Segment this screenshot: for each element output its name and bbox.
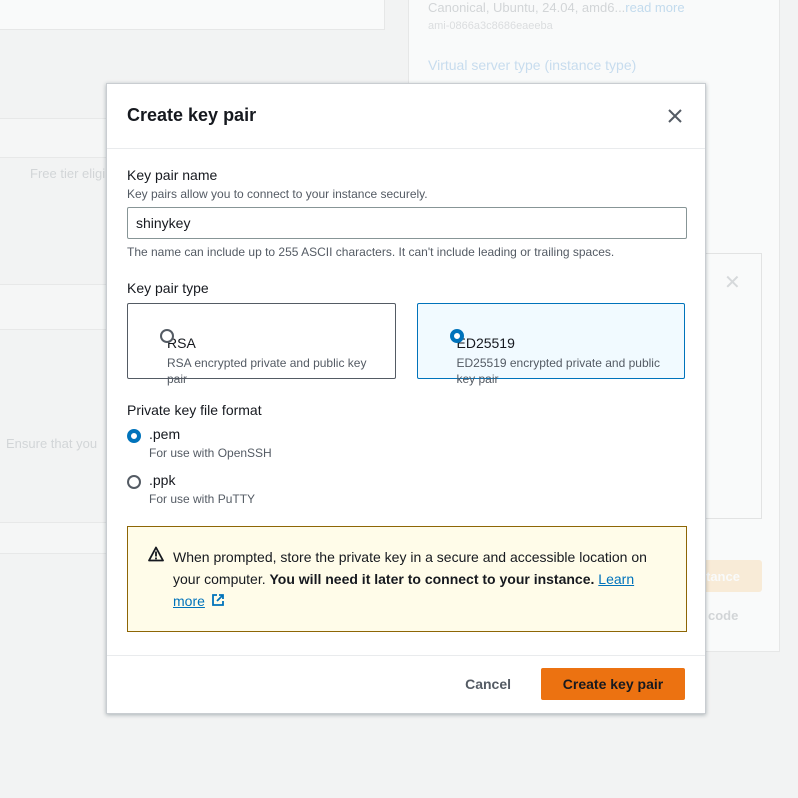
external-link-icon[interactable] [211, 593, 225, 607]
key-pair-name-input[interactable] [127, 207, 687, 239]
key-type-tile-rsa[interactable]: RSA RSA encrypted private and public key… [127, 303, 396, 386]
file-format-label: Private key file format [127, 402, 262, 418]
rsa-radio[interactable] [160, 329, 174, 343]
key-pair-type-label: Key pair type [127, 280, 209, 296]
file-format-section: Private key file format .pem For use wit… [127, 402, 685, 510]
create-key-pair-modal: Create key pair Key pair name Key pairs … [106, 83, 706, 714]
ppk-label: .ppk [149, 472, 176, 488]
rsa-label: RSA [167, 335, 196, 351]
ppk-description: For use with PuTTY [149, 492, 256, 506]
modal-footer: Cancel Create key pair [107, 655, 705, 713]
cancel-button[interactable]: Cancel [465, 676, 511, 692]
pem-radio[interactable] [127, 429, 141, 443]
rsa-description: RSA encrypted private and public key pai… [167, 356, 367, 386]
learn-more-link-part-1: Learn [598, 571, 635, 587]
alert-text: When prompted, store the private key in … [173, 546, 670, 612]
format-option-ppk[interactable]: .ppk For use with PuTTY [127, 472, 685, 510]
create-key-pair-button[interactable]: Create key pair [541, 668, 685, 700]
modal-header: Create key pair [107, 84, 705, 149]
key-pair-name-label: Key pair name [127, 167, 218, 183]
format-option-pem[interactable]: .pem For use with OpenSSH [127, 426, 685, 464]
key-pair-name-description: Key pairs allow you to connect to your i… [127, 187, 428, 201]
warning-alert: When prompted, store the private key in … [127, 526, 687, 632]
modal-body: Key pair name Key pairs allow you to con… [107, 149, 705, 632]
warning-icon [148, 546, 164, 562]
key-pair-name-constraint: The name can include up to 255 ASCII cha… [127, 245, 615, 259]
pem-description: For use with OpenSSH [149, 446, 272, 460]
pem-label: .pem [149, 426, 181, 442]
alert-bold-message: You will need it later to connect to you… [269, 571, 595, 587]
ed25519-label: ED25519 [456, 335, 515, 351]
ed25519-description: ED25519 encrypted private and public key… [456, 356, 660, 386]
key-pair-type-tiles: RSA RSA encrypted private and public key… [127, 303, 685, 386]
learn-more-link-part-2: more [173, 593, 205, 609]
ed25519-radio[interactable] [449, 329, 464, 343]
ppk-radio[interactable] [127, 475, 141, 489]
modal-title: Create key pair [127, 105, 257, 125]
key-pair-type-section: Key pair type RSA RSA encrypted private … [127, 280, 685, 386]
key-type-tile-ed25519[interactable]: ED25519 ED25519 encrypted private and pu… [416, 303, 685, 386]
close-icon [668, 109, 682, 123]
close-button[interactable] [663, 104, 687, 128]
